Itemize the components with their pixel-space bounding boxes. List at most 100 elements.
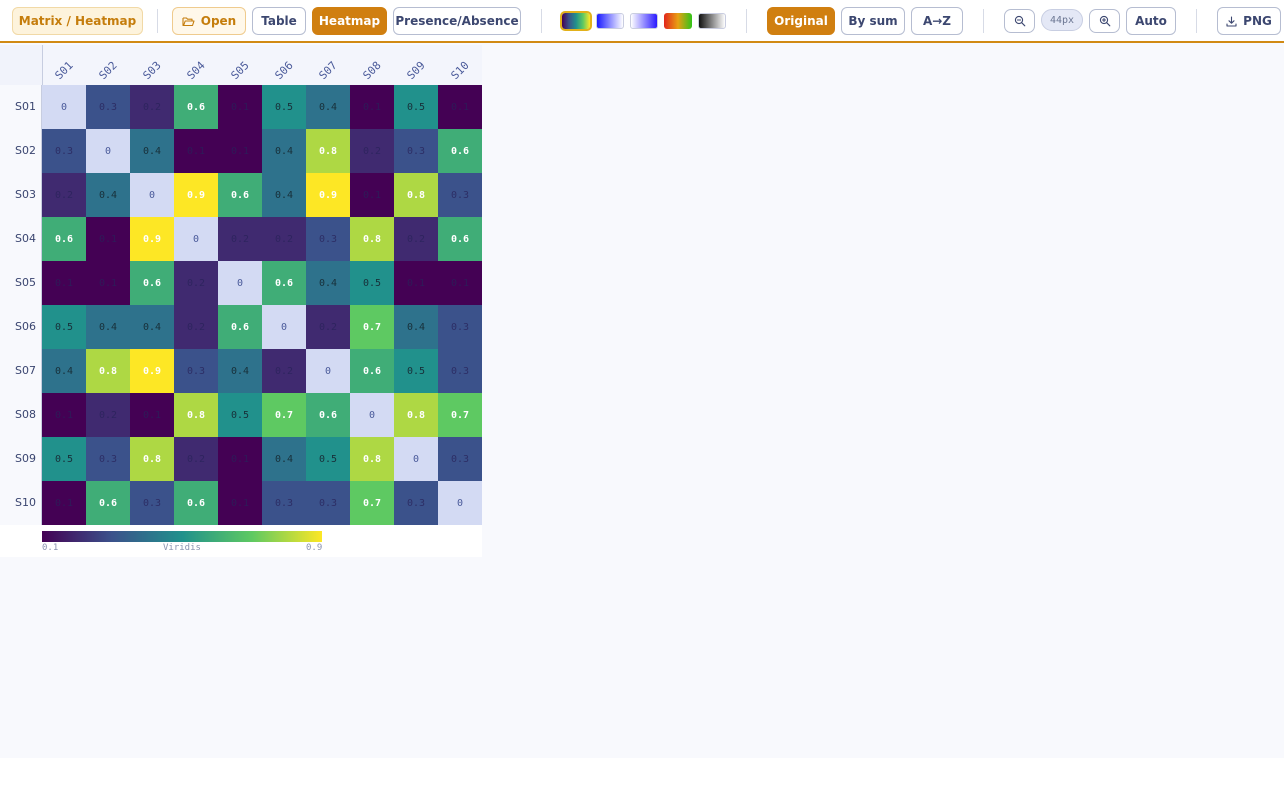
heatmap-cell[interactable]: 0.5	[42, 305, 86, 349]
palette-blue-white-swatch[interactable]	[596, 13, 624, 29]
heatmap-cell[interactable]: 0.4	[262, 129, 306, 173]
heatmap-cell[interactable]: 0.6	[42, 217, 86, 261]
heatmap-cell[interactable]: 0.6	[350, 349, 394, 393]
heatmap-cell[interactable]: 0.2	[262, 217, 306, 261]
heatmap-cell[interactable]: 0.8	[130, 437, 174, 481]
order-by-sum-button[interactable]: By sum	[841, 7, 905, 35]
zoom-out-button[interactable]	[1004, 9, 1035, 33]
heatmap-cell[interactable]: 0.6	[174, 85, 218, 129]
heatmap-cell[interactable]: 0.1	[42, 481, 86, 525]
heatmap-cell[interactable]: 0.4	[42, 349, 86, 393]
heatmap-cell[interactable]: 0.5	[262, 85, 306, 129]
heatmap-cell[interactable]: 0.1	[42, 261, 86, 305]
heatmap-cell[interactable]: 0.1	[350, 173, 394, 217]
heatmap-cell[interactable]: 0.4	[306, 85, 350, 129]
heatmap-cell[interactable]: 0.3	[394, 481, 438, 525]
heatmap-cell[interactable]: 0.7	[350, 305, 394, 349]
zoom-in-button[interactable]	[1089, 9, 1120, 33]
heatmap-cell[interactable]: 0.2	[394, 217, 438, 261]
heatmap-cell[interactable]: 0.6	[130, 261, 174, 305]
heatmap-cell[interactable]: 0.6	[438, 217, 482, 261]
heatmap-cell[interactable]: 0.1	[394, 261, 438, 305]
heatmap-cell[interactable]: 0.3	[86, 437, 130, 481]
palette-white-blue-swatch[interactable]	[630, 13, 658, 29]
heatmap-cell[interactable]: 0.4	[130, 305, 174, 349]
auto-zoom-button[interactable]: Auto	[1126, 7, 1176, 35]
heatmap-cell[interactable]: 0.3	[438, 173, 482, 217]
heatmap-cell[interactable]: 0.6	[218, 173, 262, 217]
palette-red-green-swatch[interactable]	[664, 13, 692, 29]
heatmap-cell[interactable]: 0.2	[262, 349, 306, 393]
heatmap-cell[interactable]: 0.3	[86, 85, 130, 129]
heatmap-cell[interactable]: 0.3	[130, 481, 174, 525]
heatmap-cell[interactable]: 0.1	[218, 481, 262, 525]
heatmap-cell[interactable]: 0.3	[306, 481, 350, 525]
heatmap-cell[interactable]: 0.8	[174, 393, 218, 437]
heatmap-cell[interactable]: 0.5	[350, 261, 394, 305]
heatmap-cell[interactable]: 0.4	[262, 173, 306, 217]
heatmap-cell[interactable]: 0.9	[130, 349, 174, 393]
heatmap-cell[interactable]: 0	[86, 129, 130, 173]
order-original-button[interactable]: Original	[767, 7, 835, 35]
heatmap-cell[interactable]: 0.6	[262, 261, 306, 305]
heatmap-cell[interactable]: 0.3	[306, 217, 350, 261]
heatmap-cell[interactable]: 0.4	[86, 173, 130, 217]
heatmap-cell[interactable]: 0.3	[42, 129, 86, 173]
order-a-z-button[interactable]: A→Z	[911, 7, 963, 35]
heatmap-cell[interactable]: 0.8	[350, 217, 394, 261]
heatmap-cell[interactable]: 0.1	[130, 393, 174, 437]
heatmap-cell[interactable]: 0	[350, 393, 394, 437]
heatmap-cell[interactable]: 0.5	[42, 437, 86, 481]
heatmap-cell[interactable]: 0.2	[350, 129, 394, 173]
heatmap-cell[interactable]: 0.6	[218, 305, 262, 349]
heatmap-cell[interactable]: 0	[130, 173, 174, 217]
heatmap-cell[interactable]: 0.8	[306, 129, 350, 173]
heatmap-cell[interactable]: 0.2	[130, 85, 174, 129]
heatmap-cell[interactable]: 0.6	[174, 481, 218, 525]
heatmap-cell[interactable]: 0.1	[42, 393, 86, 437]
heatmap-cell[interactable]: 0.1	[174, 129, 218, 173]
heatmap-cell[interactable]: 0.5	[394, 349, 438, 393]
view-table-button[interactable]: Table	[252, 7, 306, 35]
heatmap-cell[interactable]: 0.1	[218, 129, 262, 173]
heatmap-cell[interactable]: 0.4	[218, 349, 262, 393]
heatmap-cell[interactable]: 0.6	[86, 481, 130, 525]
view-heatmap-button[interactable]: Heatmap	[312, 7, 387, 35]
open-button[interactable]: Open	[172, 7, 246, 35]
heatmap-cell[interactable]: 0.4	[306, 261, 350, 305]
heatmap-cell[interactable]: 0.6	[306, 393, 350, 437]
heatmap-cell[interactable]: 0	[306, 349, 350, 393]
view-presence-absence-button[interactable]: Presence/Absence	[393, 7, 521, 35]
heatmap-cell[interactable]: 0.6	[438, 129, 482, 173]
heatmap-cell[interactable]: 0.3	[262, 481, 306, 525]
heatmap-cell[interactable]: 0.7	[438, 393, 482, 437]
heatmap-cell[interactable]: 0.1	[438, 85, 482, 129]
heatmap-cell[interactable]: 0.2	[42, 173, 86, 217]
heatmap-cell[interactable]: 0.3	[394, 129, 438, 173]
heatmap-cell[interactable]: 0.9	[130, 217, 174, 261]
heatmap-cell[interactable]: 0.5	[306, 437, 350, 481]
heatmap-cell[interactable]: 0.1	[218, 85, 262, 129]
heatmap-cell[interactable]: 0.3	[174, 349, 218, 393]
heatmap-cell[interactable]: 0.9	[174, 173, 218, 217]
heatmap-cell[interactable]: 0.3	[438, 437, 482, 481]
heatmap-cell[interactable]: 0.3	[438, 349, 482, 393]
heatmap-cell[interactable]: 0.8	[350, 437, 394, 481]
heatmap-cell[interactable]: 0	[438, 481, 482, 525]
heatmap-cell[interactable]: 0.9	[306, 173, 350, 217]
heatmap-cell[interactable]: 0.2	[218, 217, 262, 261]
heatmap-cell[interactable]: 0	[218, 261, 262, 305]
heatmap-cell[interactable]: 0.4	[394, 305, 438, 349]
heatmap-cell[interactable]: 0.2	[174, 437, 218, 481]
heatmap-cell[interactable]: 0.2	[306, 305, 350, 349]
export-png-button[interactable]: PNG	[1217, 7, 1281, 35]
heatmap-cell[interactable]: 0.4	[262, 437, 306, 481]
heatmap-cell[interactable]: 0	[174, 217, 218, 261]
heatmap-cell[interactable]: 0.4	[86, 305, 130, 349]
heatmap-cell[interactable]: 0.2	[174, 261, 218, 305]
heatmap-cell[interactable]: 0	[262, 305, 306, 349]
heatmap-cell[interactable]: 0.1	[218, 437, 262, 481]
heatmap-cell[interactable]: 0	[394, 437, 438, 481]
heatmap-cell[interactable]: 0.1	[86, 217, 130, 261]
heatmap-cell[interactable]: 0.8	[394, 173, 438, 217]
